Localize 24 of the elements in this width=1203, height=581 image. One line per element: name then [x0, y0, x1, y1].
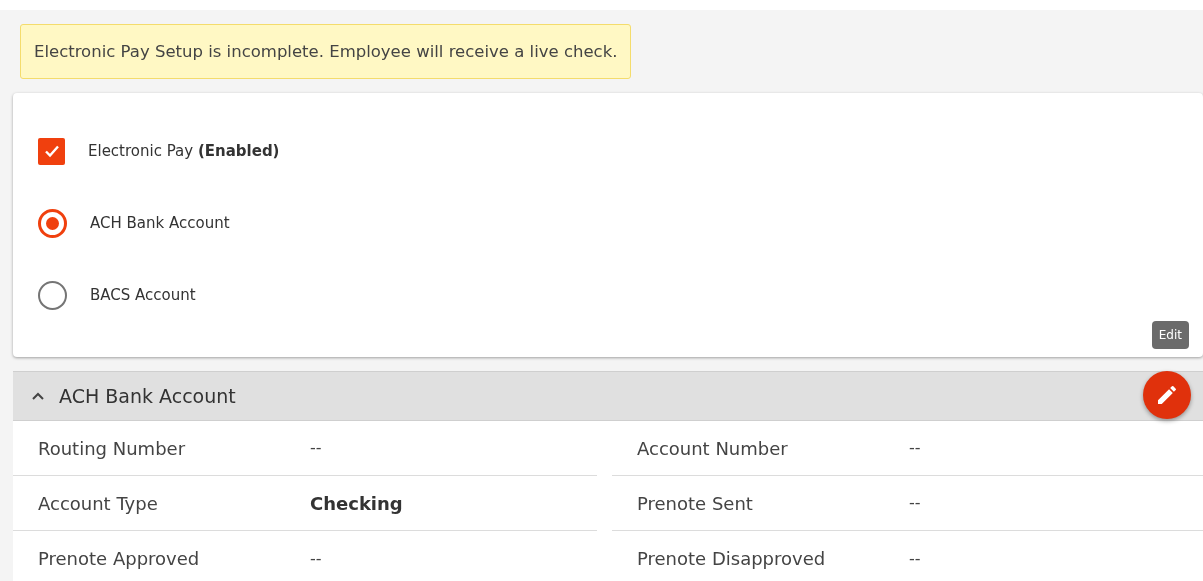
checkbox[interactable] — [38, 137, 65, 165]
field-label: Routing Number — [38, 436, 187, 461]
edit-tooltip: Edit — [1151, 321, 1189, 349]
pencil-icon — [1155, 383, 1179, 407]
section-header[interactable]: ACH Bank Account — [13, 371, 1203, 421]
field-label: Account Number — [637, 436, 789, 461]
field-value: -- — [909, 492, 921, 514]
radio-button[interactable] — [38, 208, 67, 238]
field-value: -- — [909, 547, 921, 570]
field-value: -- — [310, 437, 322, 459]
option-label: Electronic Pay (Enabled) — [88, 140, 280, 162]
radio-button[interactable] — [38, 280, 67, 310]
section-title: ACH Bank Account — [59, 383, 236, 409]
field-label: Prenote Sent — [637, 491, 754, 516]
chevron-icon — [31, 391, 45, 401]
field-value: -- — [310, 547, 322, 570]
option-label: BACS Account — [90, 284, 196, 306]
field-value: Checking — [310, 491, 403, 516]
field-value: -- — [909, 437, 921, 459]
field-label: Prenote Approved — [38, 547, 201, 571]
field-label: Account Type — [38, 491, 159, 516]
field-label: Prenote Disapproved — [637, 547, 827, 571]
option-label: ACH Bank Account — [90, 212, 230, 234]
warning-alert: Electronic Pay Setup is incomplete. Employee will receive a live check. — [20, 24, 632, 79]
